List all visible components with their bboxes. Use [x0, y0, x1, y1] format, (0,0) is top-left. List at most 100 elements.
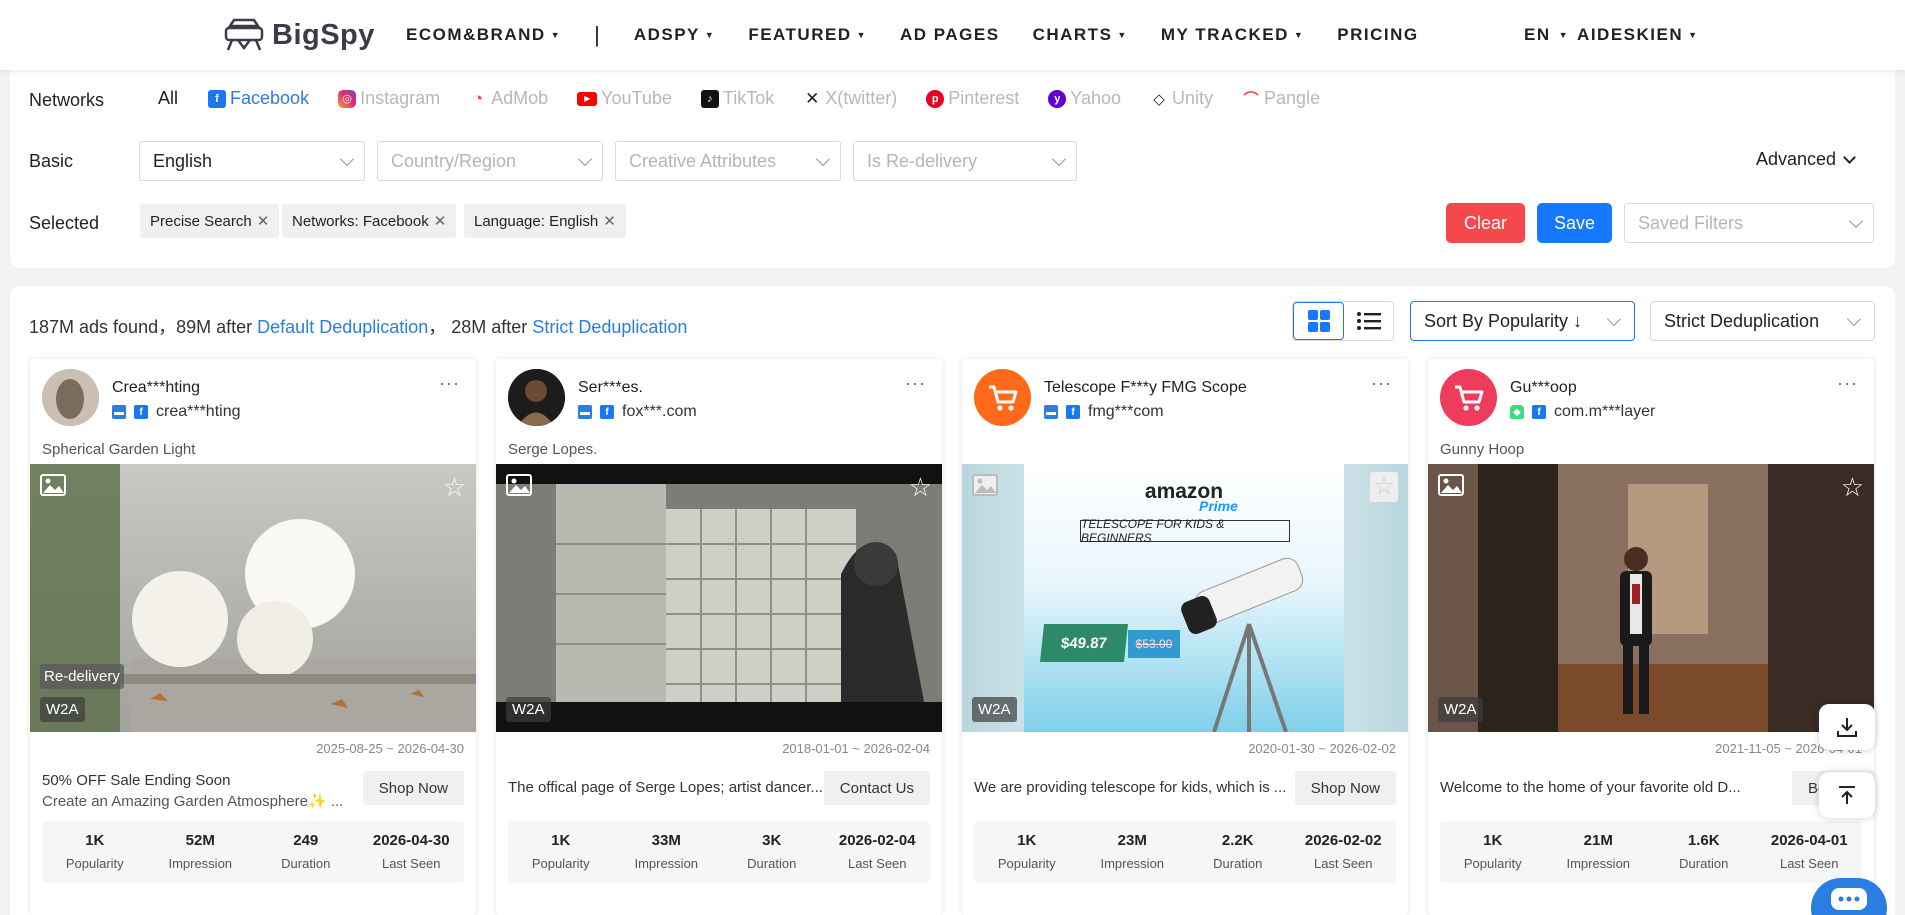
ad-description: The offical page of Serge Lopes; artist … [508, 779, 823, 796]
advanced-toggle[interactable]: Advanced [1756, 149, 1856, 170]
tag-label: Networks: Facebook [292, 212, 429, 230]
advertiser-meta: ▬ f crea***hting [112, 403, 241, 421]
country-region-select[interactable]: Country/Region [377, 141, 603, 181]
network-instagram[interactable]: ◎ Instagram [338, 88, 440, 109]
default-dedup-link[interactable]: Default Deduplication [257, 317, 428, 337]
stat-popularity: 1K Popularity [42, 821, 148, 883]
nav-featured[interactable]: FEATURED ▼ [748, 25, 867, 45]
ad-creative[interactable]: ☆ W2A [1428, 464, 1874, 732]
saved-filters-select[interactable]: Saved Filters [1624, 203, 1874, 243]
avatar[interactable] [974, 369, 1031, 426]
caret-down-icon: ▼ [1117, 30, 1128, 40]
list-view-button[interactable] [1344, 302, 1393, 340]
ad-creative[interactable]: amazon Prime TELESCOPE FOR KIDS & BEGINN… [962, 464, 1408, 732]
stat-value: 2026-04-01 [1770, 832, 1848, 849]
network-pangle[interactable]: ⌒ Pangle [1242, 88, 1321, 109]
network-facebook[interactable]: f Facebook [208, 88, 309, 109]
advertiser-domain: crea***hting [156, 403, 241, 420]
language-switcher[interactable]: EN [1524, 25, 1551, 45]
avatar[interactable] [508, 369, 565, 426]
dedup-select[interactable]: Strict Deduplication [1650, 301, 1875, 341]
ad-card[interactable]: Ser***es. ▬ f fox***.com ··· Serge Lopes… [496, 359, 942, 915]
close-icon[interactable]: ✕ [603, 212, 616, 230]
cta-button[interactable]: Shop Now [362, 771, 464, 805]
advertiser-meta: ▬ f fox***.com [578, 403, 697, 421]
more-options-icon[interactable]: ··· [1371, 373, 1392, 394]
network-youtube[interactable]: ▶ YouTube [577, 88, 672, 109]
chat-support-button[interactable] [1811, 878, 1887, 915]
ad-card[interactable]: Crea***hting ▬ f crea***hting ··· Spheri… [30, 359, 476, 915]
results-count-strict: ， 28M after [428, 317, 528, 337]
user-menu[interactable]: AIDESKIEN [1577, 25, 1683, 45]
creative-attributes-select[interactable]: Creative Attributes [615, 141, 841, 181]
advertiser-name[interactable]: Telescope F***y FMG Scope [1044, 379, 1247, 397]
network-yahoo[interactable]: y Yahoo [1048, 88, 1121, 109]
grid-view-button[interactable] [1293, 302, 1344, 340]
cta-button[interactable]: Contact Us [823, 771, 930, 805]
ad-card[interactable]: Gu***oop ◆ f com.m***layer ··· Gunny Hoo… [1428, 359, 1874, 915]
network-admob[interactable]: ◔ AdMob [469, 88, 548, 109]
network-tiktok[interactable]: ♪ TikTok [700, 88, 774, 109]
network-all[interactable]: All [158, 88, 178, 109]
advertiser-domain: fmg***com [1088, 403, 1164, 420]
more-options-icon[interactable]: ··· [905, 373, 926, 394]
nav-pricing[interactable]: PRICING [1337, 25, 1418, 45]
network-unity[interactable]: ◇ Unity [1150, 88, 1213, 109]
ad-card[interactable]: Telescope F***y FMG Scope ▬ f fmg***com … [962, 359, 1408, 915]
advertiser-name[interactable]: Crea***hting [112, 379, 200, 397]
clear-button[interactable]: Clear [1446, 203, 1525, 243]
facebook-icon: f [1066, 405, 1080, 419]
ad-stats: 1K Popularity 33M Impression 3K Duration 20… [508, 821, 930, 883]
avatar[interactable] [1440, 369, 1497, 426]
ad-creative[interactable]: ☆ W2A [496, 464, 942, 732]
arrow-up-icon [1839, 786, 1855, 804]
close-icon[interactable]: ✕ [257, 212, 270, 230]
advertiser-name[interactable]: Ser***es. [578, 379, 643, 397]
chevron-down-icon [577, 151, 593, 167]
stat-value: 1.6K [1687, 832, 1720, 849]
avatar[interactable] [42, 369, 99, 426]
sort-select[interactable]: Sort By Popularity ↓ [1410, 301, 1635, 341]
more-options-icon[interactable]: ··· [1837, 373, 1858, 394]
back-to-top-button[interactable] [1819, 772, 1875, 818]
network-label: Yahoo [1070, 88, 1122, 108]
tag-label: Precise Search [150, 212, 252, 230]
favorite-star-icon[interactable]: ☆ [1841, 472, 1864, 503]
advertiser-name[interactable]: Gu***oop [1510, 379, 1577, 397]
video-still-image [496, 464, 942, 732]
ad-title: Spherical Garden Light [42, 441, 196, 458]
save-button[interactable]: Save [1537, 203, 1612, 243]
favorite-star-icon[interactable]: ☆ [443, 472, 466, 503]
favorite-star-icon[interactable]: ☆ [909, 472, 932, 503]
nav-my-tracked[interactable]: MY TRACKED ▼ [1161, 25, 1304, 45]
ad-description: Welcome to the home of your favorite old… [1440, 779, 1741, 796]
more-options-icon[interactable]: ··· [439, 373, 460, 394]
brand-logo[interactable]: BigSpy [224, 16, 375, 54]
close-icon[interactable]: ✕ [434, 212, 447, 230]
language-select[interactable]: English [139, 141, 365, 181]
strict-dedup-link[interactable]: Strict Deduplication [532, 317, 687, 337]
download-button[interactable] [1819, 704, 1875, 750]
facebook-icon: f [134, 405, 148, 419]
nav-label: MY TRACKED [1160, 25, 1289, 44]
stat-popularity: 1K Popularity [974, 821, 1080, 883]
nav-charts[interactable]: CHARTS ▼ [1033, 25, 1128, 45]
favorite-star-icon[interactable]: ☆ [1370, 472, 1398, 502]
nav-ad-pages[interactable]: AD PAGES [900, 25, 1000, 45]
date-range: 2025-08-25 ~ 2026-04-30 [316, 741, 464, 756]
chevron-down-icon [1848, 213, 1864, 229]
nav-ecom-brand[interactable]: ECOM&BRAND ▼ [406, 25, 561, 45]
stat-duration: 2.2K Duration [1185, 821, 1291, 883]
network-pinterest[interactable]: p Pinterest [926, 88, 1019, 109]
stat-label: Impression [1100, 856, 1165, 871]
redelivery-select[interactable]: Is Re-delivery [853, 141, 1077, 181]
ad-creative[interactable]: ☆ Re-delivery W2A [30, 464, 476, 732]
cta-button[interactable]: Shop Now [1294, 771, 1396, 805]
network-x-twitter[interactable]: ✕ X(twitter) [803, 88, 897, 109]
ad-stats: 1K Popularity 52M Impression 249 Duration 2… [42, 821, 464, 883]
stat-label: Popularity [531, 856, 590, 871]
caret-down-icon: ▼ [550, 30, 562, 40]
yahoo-icon: y [1048, 89, 1067, 108]
selected-tag: Precise Search ✕ [140, 204, 280, 238]
nav-adspy[interactable]: ADSPY ▼ [634, 25, 716, 45]
